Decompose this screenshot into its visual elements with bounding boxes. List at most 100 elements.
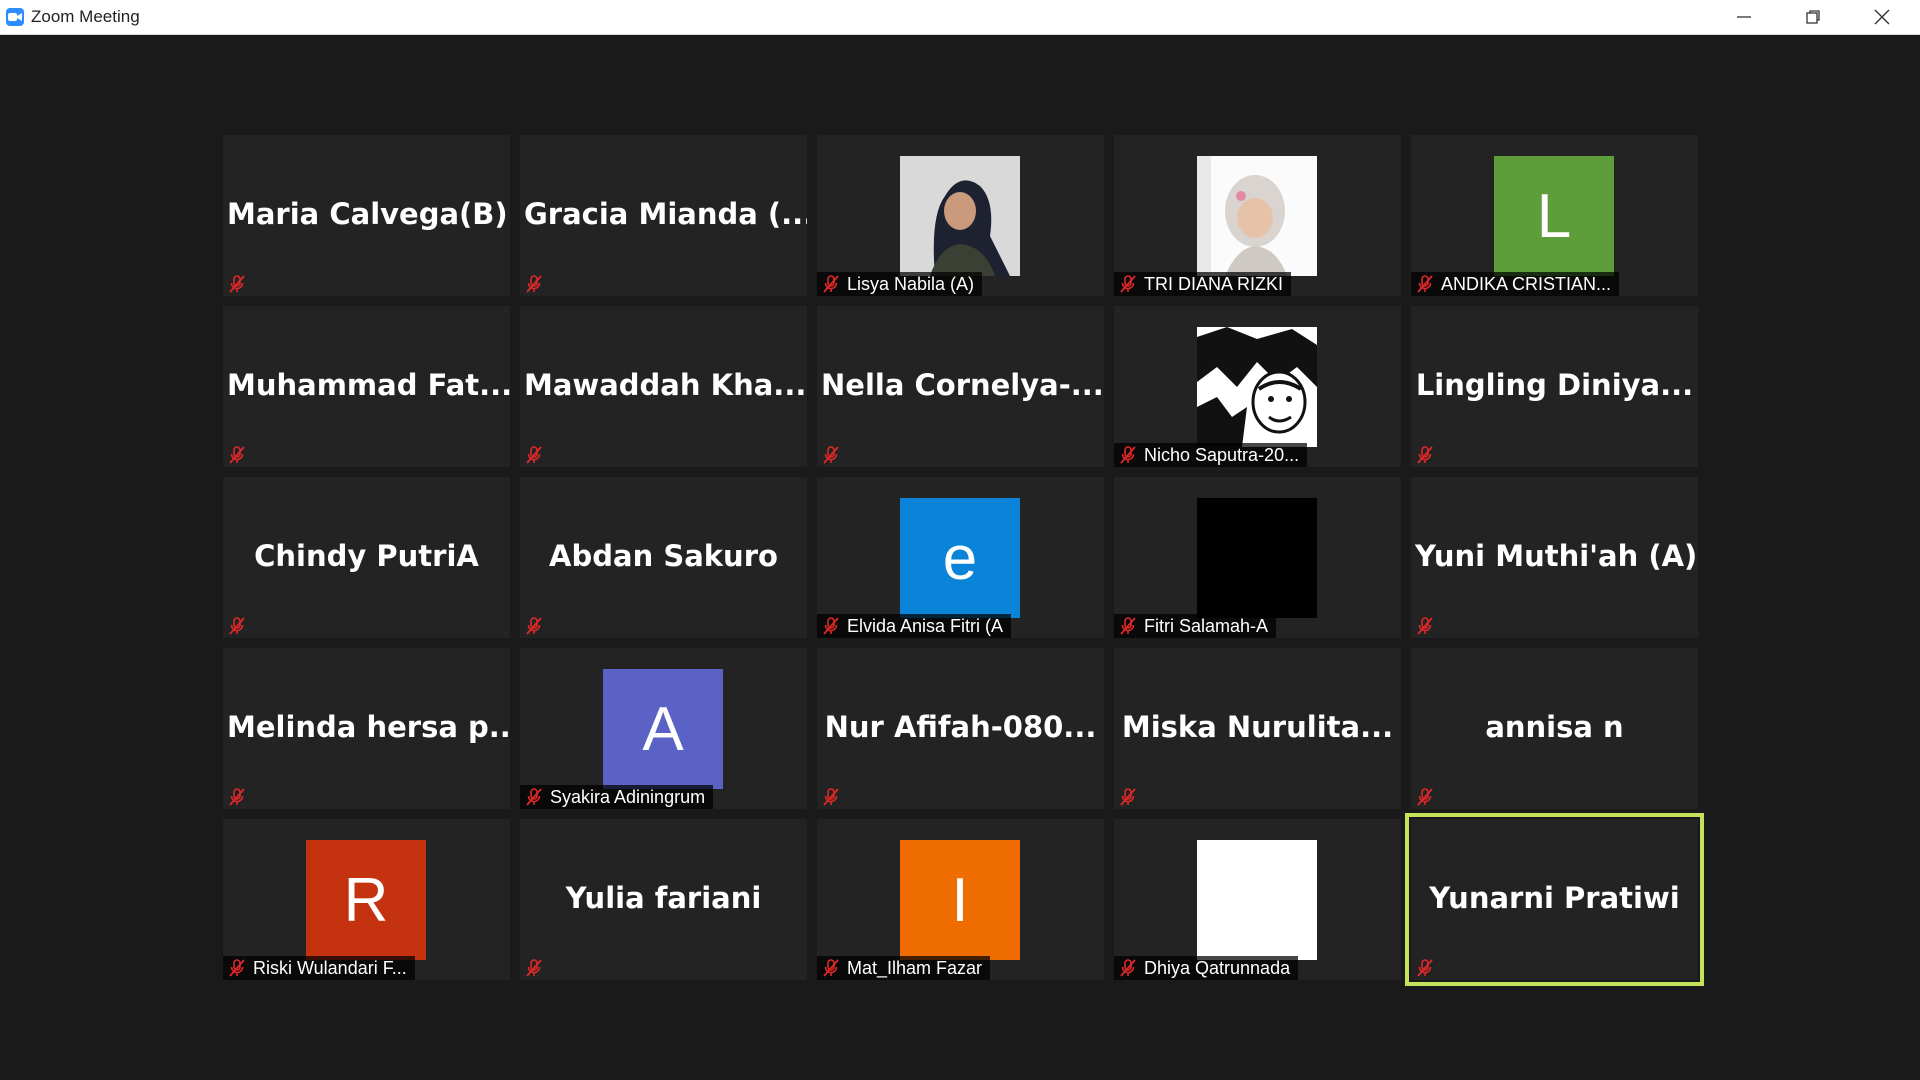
- muted-mic-icon: [1415, 274, 1435, 294]
- participant-name-bar: [1411, 956, 1449, 980]
- window-titlebar: Zoom Meeting: [0, 0, 1920, 35]
- participant-name-bar: Fitri Salamah-A: [1114, 614, 1277, 638]
- participant-display-name: Nur Afifah-080...: [824, 710, 1097, 744]
- restore-button[interactable]: [1779, 0, 1847, 34]
- participant-video: [1197, 498, 1317, 618]
- participant-tile[interactable]: Yulia fariani: [520, 819, 807, 980]
- participant-name-label: Syakira Adiningrum: [550, 786, 706, 807]
- participant-name-bar: Syakira Adiningrum: [520, 785, 714, 809]
- participant-name-label: Dhiya Qatrunnada: [1144, 957, 1291, 978]
- participant-tile[interactable]: Muhammad Fat...: [223, 306, 510, 467]
- muted-mic-icon: [227, 445, 247, 465]
- participant-name-bar: Riski Wulandari F...: [223, 956, 415, 980]
- minimize-icon: [1737, 16, 1751, 18]
- participant-name-bar: [1411, 614, 1449, 638]
- participant-display-name: annisa n: [1485, 710, 1624, 744]
- participant-video: [1197, 156, 1317, 276]
- participant-tile[interactable]: Dhiya Qatrunnada: [1114, 819, 1401, 980]
- muted-mic-icon: [1415, 958, 1435, 978]
- participant-tile[interactable]: Chindy PutriA: [223, 477, 510, 638]
- muted-mic-icon: [524, 274, 544, 294]
- participant-display-name: Lingling Diniya...: [1415, 368, 1694, 402]
- restore-icon: [1806, 10, 1820, 24]
- participant-name-bar: Elvida Anisa Fitri (A: [817, 614, 1012, 638]
- participant-display-name: Maria Calvega(B): [227, 197, 508, 231]
- participant-tile[interactable]: Gracia Mianda (...: [520, 135, 807, 296]
- participant-name-bar: [223, 785, 261, 809]
- participant-tile[interactable]: TRI DIANA RIZKI: [1114, 135, 1401, 296]
- muted-mic-icon: [1118, 274, 1138, 294]
- participant-tile[interactable]: Lisya Nabila (A): [817, 135, 1104, 296]
- participant-name-label: Lisya Nabila (A): [847, 273, 975, 294]
- participant-name-label: ANDIKA CRISTIAN...: [1441, 273, 1612, 294]
- participant-display-name: Yulia fariani: [565, 881, 762, 915]
- participant-name-bar: [817, 785, 855, 809]
- participant-display-name: Mawaddah Kha...: [524, 368, 807, 402]
- participant-name-bar: ANDIKA CRISTIAN...: [1411, 272, 1620, 296]
- participant-tile[interactable]: Nur Afifah-080...: [817, 648, 1104, 809]
- zoom-camera-icon: [6, 8, 24, 26]
- participant-tile[interactable]: I Mat_Ilham Fazar: [817, 819, 1104, 980]
- participant-tile[interactable]: Fitri Salamah-A: [1114, 477, 1401, 638]
- muted-mic-icon: [1118, 958, 1138, 978]
- participant-display-name: Muhammad Fat...: [227, 368, 510, 402]
- participant-name-label: TRI DIANA RIZKI: [1144, 273, 1284, 294]
- participant-tile[interactable]: Maria Calvega(B): [223, 135, 510, 296]
- participant-tile[interactable]: L ANDIKA CRISTIAN...: [1411, 135, 1698, 296]
- participant-tile[interactable]: e Elvida Anisa Fitri (A: [817, 477, 1104, 638]
- muted-mic-icon: [1415, 445, 1435, 465]
- participant-name-bar: [520, 272, 558, 296]
- close-button[interactable]: [1848, 0, 1916, 34]
- participant-tile[interactable]: Abdan Sakuro: [520, 477, 807, 638]
- participant-tile[interactable]: A Syakira Adiningrum: [520, 648, 807, 809]
- participant-tile[interactable]: Miska Nurulita...: [1114, 648, 1401, 809]
- avatar-initial: A: [603, 669, 723, 789]
- participant-display-name: Gracia Mianda (...: [524, 197, 807, 231]
- participant-display-name: Chindy PutriA: [254, 539, 479, 573]
- participant-name-bar: Mat_Ilham Fazar: [817, 956, 991, 980]
- avatar-initial: I: [900, 840, 1020, 960]
- participant-name-bar: Nicho Saputra-20...: [1114, 443, 1308, 467]
- participant-name-bar: [223, 443, 261, 467]
- participant-video: [1197, 840, 1317, 960]
- participant-tile[interactable]: Mawaddah Kha...: [520, 306, 807, 467]
- muted-mic-icon: [227, 274, 247, 294]
- participant-tile[interactable]: annisa n: [1411, 648, 1698, 809]
- muted-mic-icon: [524, 445, 544, 465]
- participant-tile[interactable]: Lingling Diniya...: [1411, 306, 1698, 467]
- participant-name-bar: [1411, 443, 1449, 467]
- close-icon: [1874, 9, 1890, 25]
- participant-name-bar: [817, 443, 855, 467]
- participant-video: [900, 156, 1020, 276]
- muted-mic-icon: [1118, 616, 1138, 636]
- participant-display-name: Yuni Muthi'ah (A): [1415, 539, 1698, 573]
- participant-video: [1197, 327, 1317, 447]
- avatar-initial: R: [306, 840, 426, 960]
- participant-tile[interactable]: Nella Cornelya-...: [817, 306, 1104, 467]
- participant-display-name: Abdan Sakuro: [549, 539, 778, 573]
- participant-display-name: Miska Nurulita...: [1121, 710, 1394, 744]
- participant-name-bar: TRI DIANA RIZKI: [1114, 272, 1292, 296]
- muted-mic-icon: [227, 958, 247, 978]
- minimize-button[interactable]: [1710, 0, 1778, 34]
- muted-mic-icon: [1415, 787, 1435, 807]
- participant-tile[interactable]: Nicho Saputra-20...: [1114, 306, 1401, 467]
- muted-mic-icon: [1118, 787, 1138, 807]
- participant-name-label: Riski Wulandari F...: [253, 957, 407, 978]
- participant-name-label: Nicho Saputra-20...: [1144, 444, 1300, 465]
- participant-tile-active-speaker[interactable]: Yunarni Pratiwi: [1405, 813, 1704, 986]
- avatar-initial: e: [900, 498, 1020, 618]
- participant-display-name: Nella Cornelya-...: [821, 368, 1104, 402]
- muted-mic-icon: [227, 616, 247, 636]
- participant-tile[interactable]: Melinda hersa p...: [223, 648, 510, 809]
- participant-tile[interactable]: Yuni Muthi'ah (A): [1411, 477, 1698, 638]
- participant-name-bar: [520, 443, 558, 467]
- muted-mic-icon: [524, 958, 544, 978]
- muted-mic-icon: [524, 787, 544, 807]
- participant-name-label: Mat_Ilham Fazar: [847, 957, 983, 978]
- muted-mic-icon: [821, 445, 841, 465]
- muted-mic-icon: [821, 274, 841, 294]
- participant-tile[interactable]: R Riski Wulandari F...: [223, 819, 510, 980]
- avatar-initial: L: [1494, 156, 1614, 276]
- muted-mic-icon: [1118, 445, 1138, 465]
